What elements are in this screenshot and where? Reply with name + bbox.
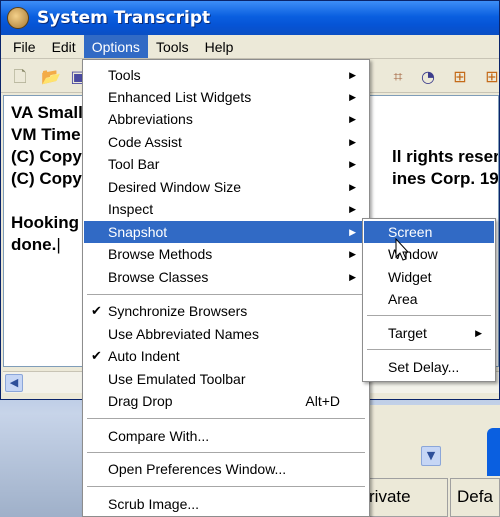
menu-separator: [87, 452, 365, 453]
menu-item-auto-indent[interactable]: ✔ Auto Indent: [84, 345, 368, 367]
submenu-item-screen[interactable]: Screen: [364, 221, 494, 243]
menu-item-abbreviations[interactable]: Abbreviations ▶: [84, 108, 368, 130]
menu-file[interactable]: File: [5, 35, 44, 58]
menu-item-label: Tools: [108, 67, 141, 83]
submenu-arrow-icon: ▶: [349, 159, 356, 169]
submenu-arrow-icon: ▶: [349, 114, 356, 124]
submenu-item-window[interactable]: Window: [364, 243, 494, 265]
grid-icon[interactable]: ⌗: [389, 68, 407, 86]
transcript-fragment: ines Corp. 1994: [392, 169, 499, 188]
submenu-arrow-icon: ▶: [349, 249, 356, 259]
submenu-arrow-icon: ▶: [349, 92, 356, 102]
clock-icon[interactable]: ◔: [419, 68, 437, 86]
column-header-private[interactable]: rivate: [360, 478, 448, 517]
menu-separator: [367, 315, 491, 316]
menu-item-use-emulated-toolbar[interactable]: Use Emulated Toolbar: [84, 368, 368, 390]
menu-item-label: Desired Window Size: [108, 179, 242, 195]
menu-item-compare-with[interactable]: Compare With...: [84, 425, 368, 447]
menu-item-label: Drag Drop: [108, 393, 173, 409]
background-window-edge: [487, 428, 500, 476]
menu-item-label: Auto Indent: [108, 348, 180, 364]
menu-item-drag-drop[interactable]: Drag Drop Alt+D: [84, 390, 368, 412]
menu-item-synchronize-browsers[interactable]: ✔ Synchronize Browsers: [84, 300, 368, 322]
menu-item-open-preferences-window[interactable]: Open Preferences Window...: [84, 458, 368, 480]
submenu-item-set-delay[interactable]: Set Delay...: [364, 356, 494, 378]
menu-item-tool-bar[interactable]: Tool Bar ▶: [84, 153, 368, 175]
menu-item-label: Enhanced List Widgets: [108, 89, 252, 105]
smalltalk-app-icon: [7, 7, 29, 29]
menu-item-scrub-image[interactable]: Scrub Image...: [84, 493, 368, 515]
menu-item-label: Use Abbreviated Names: [108, 326, 259, 342]
menu-item-browse-classes[interactable]: Browse Classes ▶: [84, 266, 368, 288]
submenu-item-area[interactable]: Area: [364, 288, 494, 310]
menu-separator: [367, 349, 491, 350]
menu-help[interactable]: Help: [197, 35, 242, 58]
submenu-arrow-icon: ▶: [349, 204, 356, 214]
submenu-arrow-icon: ▶: [349, 272, 356, 282]
menu-item-label: Inspect: [108, 201, 154, 217]
title-bar[interactable]: System Transcript: [1, 1, 499, 35]
submenu-arrow-icon: ▶: [349, 137, 356, 147]
menu-item-label: Scrub Image...: [108, 496, 200, 512]
menu-item-label: Browse Methods: [108, 246, 213, 262]
menu-item-label: Open Preferences Window...: [108, 461, 287, 477]
mouse-pointer-icon: [395, 238, 410, 261]
menu-item-use-abbreviated-names[interactable]: Use Abbreviated Names: [84, 323, 368, 345]
checkmark-icon: ✔: [91, 303, 102, 318]
menu-item-browse-methods[interactable]: Browse Methods ▶: [84, 243, 368, 265]
open-folder-icon[interactable]: 📂: [41, 68, 61, 86]
menu-item-code-assist[interactable]: Code Assist ▶: [84, 131, 368, 153]
transcript-line-text: done.: [11, 235, 57, 254]
menu-item-snapshot[interactable]: Snapshot ▶: [84, 221, 368, 243]
submenu-arrow-icon: ▶: [349, 70, 356, 80]
options-menu: Tools ▶ Enhanced List Widgets ▶ Abbreviati…: [82, 59, 370, 517]
snapshot-submenu: Screen Window Widget Area Target ▶ Set De…: [362, 218, 496, 382]
menu-separator: [87, 294, 365, 295]
menu-item-label: Abbreviations: [108, 111, 193, 127]
menu-shortcut: Alt+D: [305, 393, 340, 409]
new-document-icon[interactable]: 🗋: [11, 68, 29, 86]
browser2-icon[interactable]: ⊞: [483, 68, 500, 86]
text-cursor: |: [56, 235, 61, 254]
transcript-fragment: ll rights reserve: [392, 147, 499, 166]
window-title: System Transcript: [37, 8, 211, 28]
submenu-arrow-icon: ▶: [349, 182, 356, 192]
menu-edit[interactable]: Edit: [44, 35, 84, 58]
submenu-item-target[interactable]: Target ▶: [364, 322, 494, 344]
menu-options[interactable]: Options: [83, 35, 148, 58]
scroll-left-icon[interactable]: ◀: [5, 374, 23, 392]
menu-tools[interactable]: Tools: [148, 35, 197, 58]
menu-item-label: Target: [388, 325, 427, 341]
browser-icon[interactable]: ⊞: [451, 68, 469, 86]
submenu-item-widget[interactable]: Widget: [364, 266, 494, 288]
menu-item-label: Compare With...: [108, 428, 210, 444]
column-header-default[interactable]: Defa: [450, 478, 500, 517]
menu-item-label: Snapshot: [108, 224, 168, 240]
menu-item-label: Code Assist: [108, 134, 182, 150]
menu-item-desired-window-size[interactable]: Desired Window Size ▶: [84, 176, 368, 198]
menu-item-label: Use Emulated Toolbar: [108, 371, 246, 387]
menu-item-label: Tool Bar: [108, 156, 160, 172]
menu-item-label: Browse Classes: [108, 269, 209, 285]
menu-bar: File Edit Options Tools Help: [1, 35, 499, 59]
menu-item-tools[interactable]: Tools ▶: [84, 64, 368, 86]
menu-separator: [87, 486, 365, 487]
checkmark-icon: ✔: [91, 348, 102, 363]
menu-separator: [87, 418, 365, 419]
scroll-down-icon[interactable]: ▼: [421, 446, 441, 466]
menu-item-enhanced-list-widgets[interactable]: Enhanced List Widgets ▶: [84, 86, 368, 108]
submenu-arrow-icon: ▶: [349, 227, 356, 237]
submenu-arrow-icon: ▶: [475, 328, 482, 338]
menu-item-inspect[interactable]: Inspect ▶: [84, 198, 368, 220]
menu-item-label: Synchronize Browsers: [108, 303, 248, 319]
